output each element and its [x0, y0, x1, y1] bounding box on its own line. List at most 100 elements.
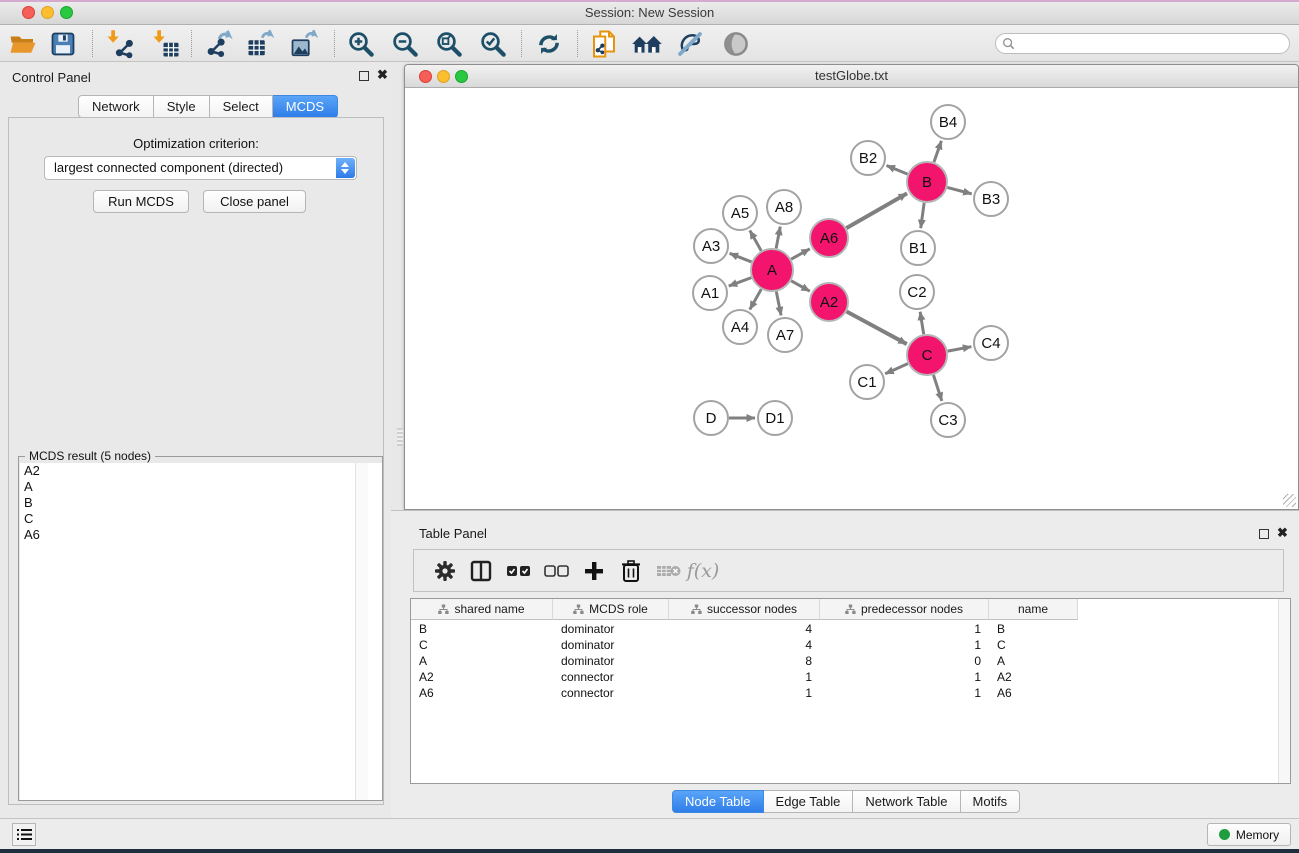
mcds-result-item[interactable]: B [20, 495, 382, 511]
graph-edge-A-A3[interactable] [730, 253, 752, 262]
graph-node-B[interactable]: B [907, 162, 947, 202]
save-session-button[interactable] [45, 28, 81, 59]
mcds-result-scrollbar[interactable] [355, 463, 368, 800]
add-column-button[interactable] [577, 555, 611, 587]
table-row[interactable]: A6connector11A6 [411, 685, 1078, 701]
graph-node-C3[interactable]: C3 [931, 403, 965, 437]
network-close-button[interactable] [419, 70, 432, 83]
show-columns-button[interactable] [464, 555, 498, 587]
graph-edge-C-C4[interactable] [948, 347, 972, 351]
column-header-successor-nodes[interactable]: successor nodes [669, 599, 820, 620]
mcds-result-item[interactable]: A6 [20, 527, 382, 543]
column-header-name[interactable]: name [989, 599, 1078, 620]
graph-edge-A6-B[interactable] [846, 193, 907, 228]
graph-node-D[interactable]: D [694, 401, 728, 435]
graph-node-A6[interactable]: A6 [810, 219, 848, 257]
graph-node-B2[interactable]: B2 [851, 141, 885, 175]
tab-mcds[interactable]: MCDS [273, 95, 338, 118]
column-header-MCDS-role[interactable]: MCDS role [553, 599, 669, 620]
float-panel-icon[interactable] [359, 71, 369, 81]
graph-node-A3[interactable]: A3 [694, 229, 728, 263]
search-input[interactable] [1020, 35, 1282, 52]
run-mcds-button[interactable]: Run MCDS [93, 190, 189, 213]
graph-edge-A-A8[interactable] [776, 227, 780, 249]
network-zoom-button[interactable] [455, 70, 468, 83]
import-table-button[interactable] [148, 28, 184, 59]
graph-edge-B-B3[interactable] [947, 187, 971, 193]
graph-edge-A-A5[interactable] [750, 230, 761, 250]
optimization-criterion-select[interactable]: largest connected component (directed) [44, 156, 357, 180]
graph-edge-A-A1[interactable] [729, 278, 752, 286]
graph-node-A[interactable]: A [751, 249, 793, 291]
splitter-gripper-vertical[interactable] [397, 428, 403, 446]
zoom-selected-button[interactable] [475, 28, 511, 59]
delete-table-button[interactable] [652, 555, 686, 587]
graph-node-C[interactable]: C [907, 335, 947, 375]
graph-node-C2[interactable]: C2 [900, 275, 934, 309]
table-row[interactable]: Cdominator41C [411, 637, 1078, 653]
memory-button[interactable]: Memory [1207, 823, 1291, 846]
network-minimize-button[interactable] [437, 70, 450, 83]
graph-node-A8[interactable]: A8 [767, 190, 801, 224]
table-row[interactable]: Adominator80A [411, 653, 1078, 669]
graph-edge-A-A2[interactable] [791, 281, 810, 291]
graph-edge-C-C1[interactable] [885, 364, 908, 374]
zoom-fit-button[interactable] [431, 28, 467, 59]
tab-motifs[interactable]: Motifs [961, 790, 1021, 813]
export-image-button[interactable] [287, 28, 323, 59]
apply-layout-button[interactable] [531, 28, 567, 59]
graph-edge-A-A7[interactable] [776, 292, 781, 316]
zoom-in-button[interactable] [343, 28, 379, 59]
minimize-window-button[interactable] [41, 6, 54, 19]
tab-edge-table[interactable]: Edge Table [764, 790, 854, 813]
graph-node-A2[interactable]: A2 [810, 283, 848, 321]
function-builder-button[interactable]: f(x) [686, 555, 720, 587]
table-row[interactable]: Bdominator41B [411, 621, 1078, 637]
graph-edge-C-C3[interactable] [933, 375, 941, 401]
network-canvas[interactable]: AA1A2A3A4A5A6A7A8BB1B2B3B4CC1C2C3C4DD1 [406, 88, 1297, 509]
column-header-predecessor-nodes[interactable]: predecessor nodes [820, 599, 989, 620]
tab-select[interactable]: Select [210, 95, 273, 118]
mcds-result-item[interactable]: C [20, 511, 382, 527]
graph-node-C1[interactable]: C1 [850, 365, 884, 399]
zoom-out-button[interactable] [387, 28, 423, 59]
deselect-all-button[interactable] [540, 555, 574, 587]
table-row[interactable]: A2connector11A2 [411, 669, 1078, 685]
graph-node-A5[interactable]: A5 [723, 196, 757, 230]
tab-node-table[interactable]: Node Table [672, 790, 764, 813]
graph-edge-B-B2[interactable] [887, 166, 908, 175]
mcds-result-item[interactable]: A2 [20, 463, 382, 479]
hide-graphics-details-button[interactable] [672, 28, 708, 59]
column-header-shared-name[interactable]: shared name [411, 599, 553, 620]
export-network-button[interactable] [200, 28, 236, 59]
graph-node-A1[interactable]: A1 [693, 276, 727, 310]
close-panel-icon[interactable]: ✖ [377, 68, 388, 82]
delete-columns-button[interactable] [614, 555, 648, 587]
graph-node-B1[interactable]: B1 [901, 231, 935, 265]
tab-network[interactable]: Network [78, 95, 154, 118]
graph-node-D1[interactable]: D1 [758, 401, 792, 435]
zoom-window-button[interactable] [60, 6, 73, 19]
select-all-button[interactable] [502, 555, 536, 587]
graph-edge-C-C2[interactable] [920, 312, 924, 335]
show-graphics-details-button[interactable] [718, 28, 754, 59]
tab-network-table[interactable]: Network Table [853, 790, 960, 813]
first-neighbors-button[interactable] [629, 28, 665, 59]
close-table-panel-icon[interactable]: ✖ [1277, 526, 1288, 540]
graph-node-B4[interactable]: B4 [931, 105, 965, 139]
show-panels-list-button[interactable] [12, 823, 36, 846]
export-table-button[interactable] [243, 28, 279, 59]
graph-node-B3[interactable]: B3 [974, 182, 1008, 216]
graph-edge-B-B4[interactable] [934, 141, 941, 162]
mcds-result-item[interactable]: A [20, 479, 382, 495]
duplicate-network-button[interactable] [586, 28, 622, 59]
graph-edge-B-B1[interactable] [921, 203, 924, 228]
import-network-button[interactable] [102, 28, 138, 59]
graph-edge-A-A4[interactable] [750, 289, 761, 309]
table-options-button[interactable] [428, 555, 462, 587]
graph-node-A7[interactable]: A7 [768, 318, 802, 352]
open-session-button[interactable] [5, 28, 41, 59]
graph-node-C4[interactable]: C4 [974, 326, 1008, 360]
graph-edge-A-A6[interactable] [791, 249, 810, 259]
table-scrollbar[interactable] [1278, 599, 1290, 783]
